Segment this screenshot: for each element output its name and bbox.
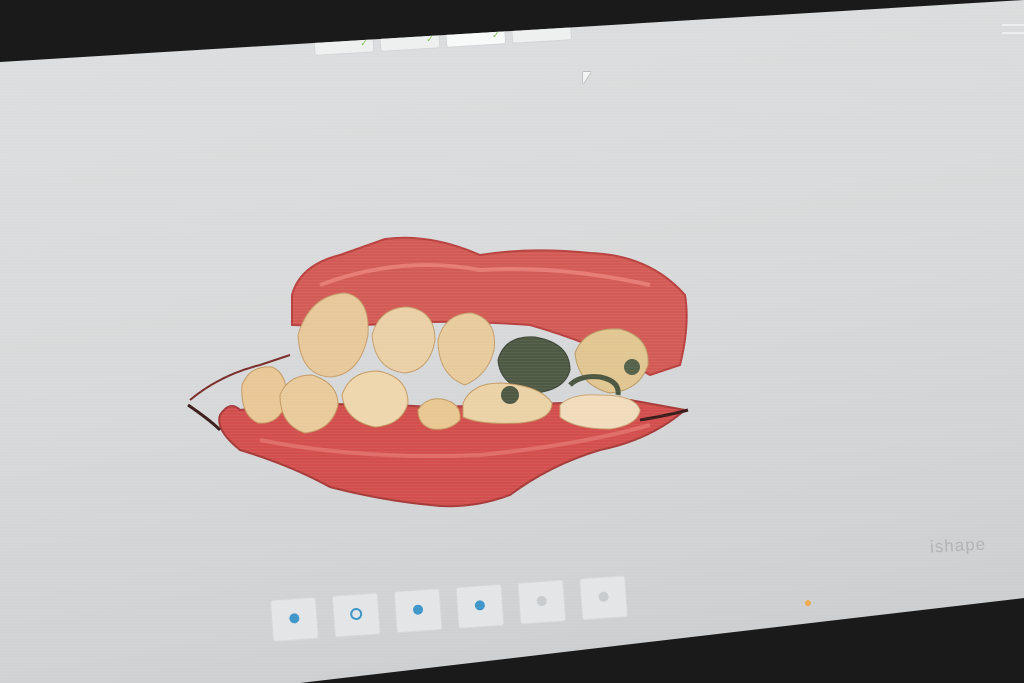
tooth	[241, 366, 287, 424]
tool-shade-button[interactable]	[393, 588, 443, 634]
check-icon: ✓	[491, 29, 500, 41]
tool-faint-button[interactable]	[517, 579, 567, 625]
scanner-app-window: ✓ ✓ ✓ ishape	[0, 0, 1024, 683]
mouse-cursor-icon	[583, 72, 591, 84]
tool-view-icon	[349, 607, 363, 620]
scan-lower-icon	[399, 24, 419, 33]
status-bar	[804, 600, 817, 607]
tool-edit-button[interactable]	[579, 575, 629, 621]
send-case-icon	[531, 13, 551, 28]
bottom-toolbar	[270, 575, 629, 642]
tool-home-icon	[288, 612, 300, 624]
tool-camera-icon	[474, 599, 486, 611]
scan-upper-icon	[334, 29, 353, 38]
workflow-steps: ✓ ✓ ✓	[312, 0, 573, 56]
step-bite-scan[interactable]: ✓	[443, 2, 507, 48]
check-icon: ✓	[425, 33, 435, 45]
step-scan-lower[interactable]: ✓	[377, 6, 441, 52]
check-icon: ✓	[360, 37, 369, 49]
step-send-case[interactable]	[509, 0, 573, 44]
step-scan-upper[interactable]: ✓	[312, 10, 375, 56]
brand-logo: ishape	[929, 534, 987, 557]
tooth	[417, 398, 461, 430]
tool-edit-icon	[598, 590, 609, 602]
tooth	[559, 394, 641, 430]
tool-view-button[interactable]	[331, 592, 381, 638]
status-dot-icon	[804, 600, 812, 607]
bite-scan-icon	[465, 17, 485, 33]
tool-home-button[interactable]	[270, 596, 319, 642]
menu-icon[interactable]	[1002, 18, 1024, 40]
tool-faint-icon	[536, 595, 548, 606]
tooth	[437, 312, 496, 386]
tool-shade-icon	[412, 603, 424, 615]
dental-scan-model[interactable]	[180, 225, 700, 525]
tool-camera-button[interactable]	[455, 583, 505, 629]
tooth	[371, 306, 436, 374]
